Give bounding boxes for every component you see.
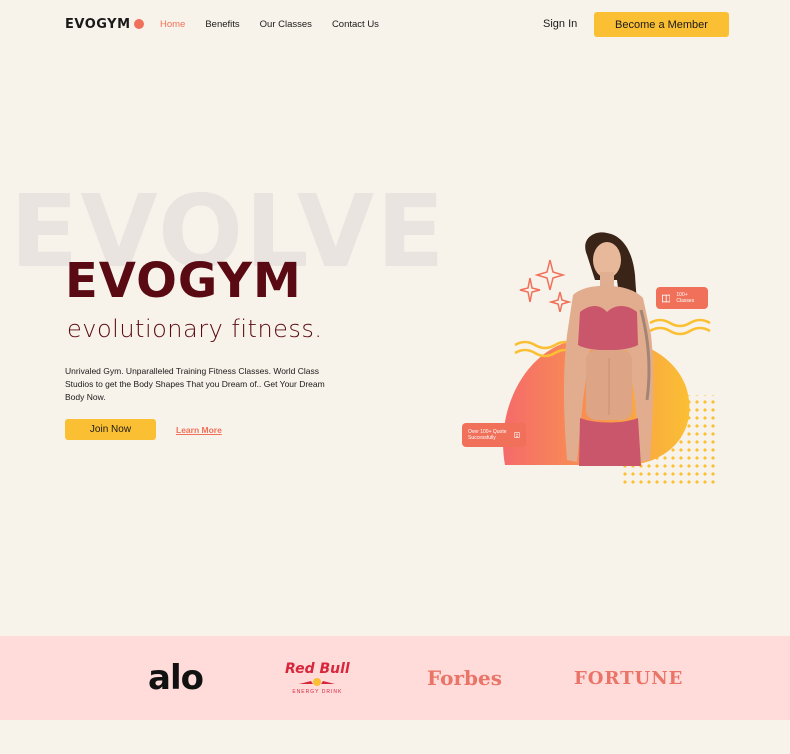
top-navbar: EVOGYM Home Benefits Our Classes Contact…	[0, 0, 790, 50]
redbull-logo-subtext: ENERGY DRINK	[292, 689, 343, 695]
nav-link-our-classes[interactable]: Our Classes	[260, 19, 312, 30]
hero-illustration	[503, 232, 715, 485]
sparkle-icon	[534, 259, 566, 291]
quotes-badge: Over 100+ Quote Successfully	[462, 423, 526, 447]
sponsor-logos-band: alo Red Bull ENERGY DRINK Forbes FORTUNE	[0, 636, 790, 720]
hero-title: EVOGYM	[65, 253, 302, 309]
hero-graphic: 100+ Classes Over 100+ Quote Successfull…	[455, 200, 735, 500]
become-member-button[interactable]: Become a Member	[594, 12, 729, 37]
book-icon	[662, 294, 671, 302]
athlete-figure	[564, 232, 654, 466]
fortune-logo: FORTUNE	[574, 667, 684, 689]
redbull-bulls-icon	[299, 678, 336, 686]
learn-more-link[interactable]: Learn More	[176, 425, 222, 435]
logo-text: EVOGYM	[65, 17, 131, 32]
redbull-logo: Red Bull ENERGY DRINK	[285, 636, 350, 720]
nav-link-contact-us[interactable]: Contact Us	[332, 19, 379, 30]
nav-link-benefits[interactable]: Benefits	[205, 19, 239, 30]
nav-link-home[interactable]: Home	[160, 19, 185, 30]
redbull-logo-text: Red Bull	[285, 661, 350, 677]
classes-badge-text: 100+ Classes	[676, 292, 695, 304]
classes-badge: 100+ Classes	[656, 287, 708, 309]
quotes-badge-text: Over 100+ Quote Successfully	[468, 429, 507, 441]
join-now-button[interactable]: Join Now	[65, 419, 156, 440]
forbes-logo: Forbes	[427, 666, 502, 690]
hero-subtitle: evolutionary fitness.	[67, 315, 323, 343]
logo[interactable]: EVOGYM	[65, 17, 144, 32]
nav-links: Home Benefits Our Classes Contact Us	[160, 19, 379, 30]
building-icon	[514, 432, 520, 438]
alo-logo: alo	[148, 658, 204, 698]
sign-in-link[interactable]: Sign In	[543, 18, 577, 30]
logo-dot-icon	[133, 19, 144, 29]
hero-description: Unrivaled Gym. Unparalleled Training Fit…	[65, 366, 325, 402]
